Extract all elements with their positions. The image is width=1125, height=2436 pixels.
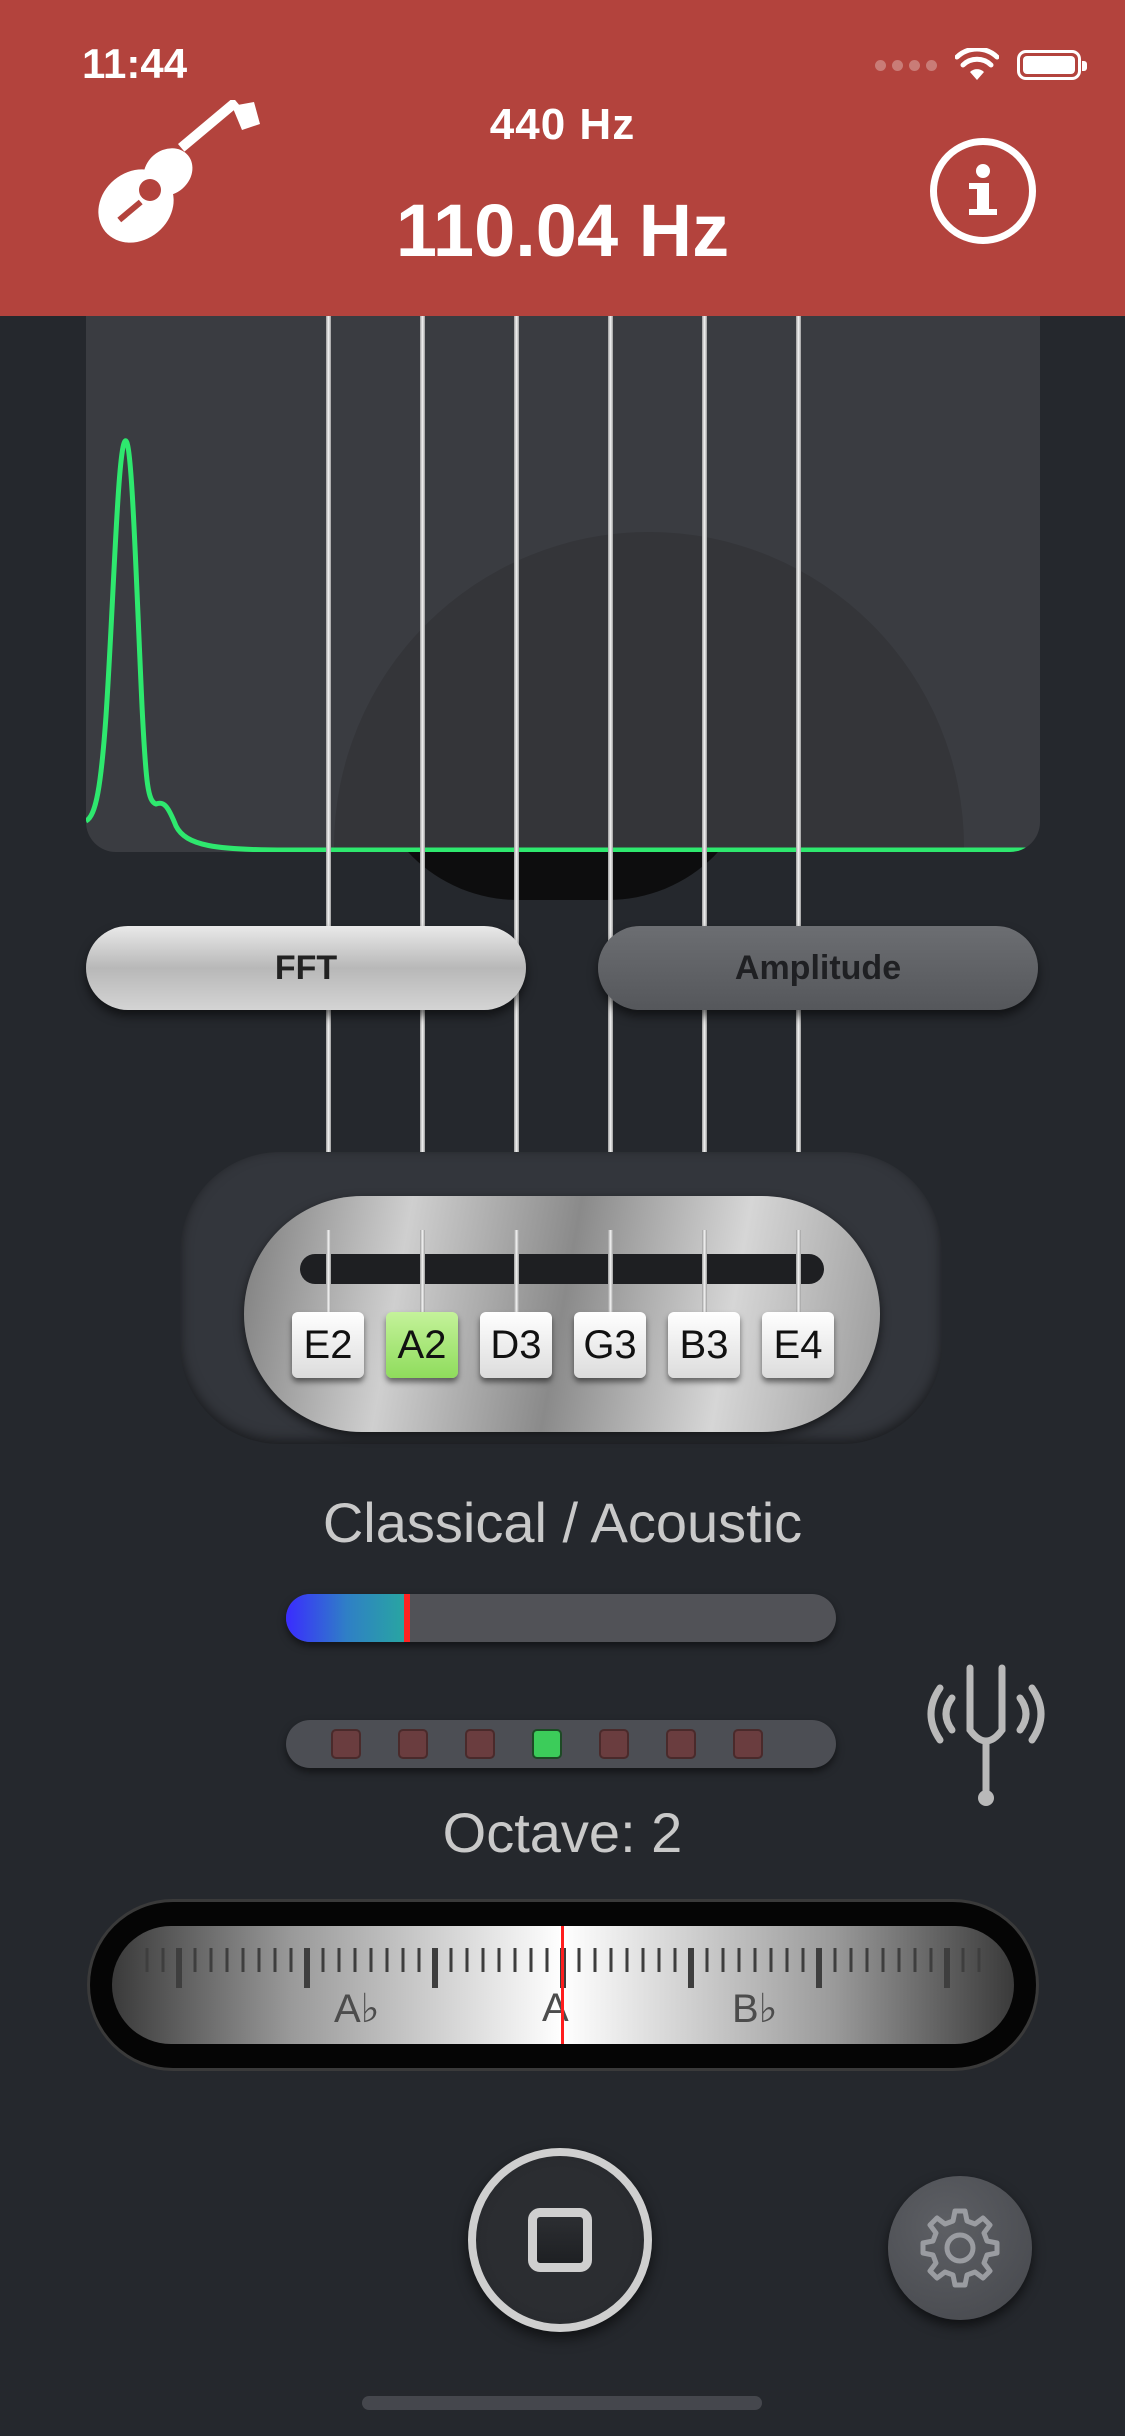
tuning-led [733,1729,763,1759]
tuning-led [599,1729,629,1759]
string-segment [420,1230,425,1320]
stop-button[interactable] [468,2148,652,2332]
status-icons [875,48,1087,82]
dial-label-a: A [542,1986,569,2030]
tuning-led [465,1729,495,1759]
info-button[interactable] [930,138,1036,244]
string-segment [608,1230,613,1320]
spectrum-panel [86,316,1040,852]
tuning-led [666,1729,696,1759]
stop-icon [528,2208,592,2272]
string-segment [514,1230,519,1320]
string-button-e4[interactable]: E4 [762,1312,834,1378]
fft-button[interactable]: FFT [86,926,526,1010]
string-button-g3[interactable]: G3 [574,1312,646,1378]
dial-needle [561,1926,564,2044]
octave-label: Octave: 2 [442,1801,683,1864]
input-level-marker [404,1594,410,1642]
string-button-a2[interactable]: A2 [386,1312,458,1378]
battery-icon [1017,50,1087,80]
string-segment [326,1230,331,1320]
tuning-indicator-leds [286,1720,836,1768]
wifi-icon [955,48,999,80]
input-level-meter [286,1594,836,1642]
tuning-led [532,1729,562,1759]
tuning-name[interactable]: Classical / Acoustic [0,1490,1125,1555]
spectrum-line [86,438,1040,852]
dial-label-a-flat: A♭ [334,1987,380,2031]
dial-label-b-flat: B♭ [732,1987,778,2031]
string-segment [702,1230,707,1320]
string-button-e2[interactable]: E2 [292,1312,364,1378]
tuning-led [398,1729,428,1759]
string-segment [796,1230,801,1320]
tuning-fork-icon[interactable] [918,1660,1054,1811]
input-level-fill [286,1594,407,1642]
tuning-led [331,1729,361,1759]
home-indicator [362,2396,762,2410]
status-time: 11:44 [82,40,188,87]
note-dial: A♭ A B♭ [112,1926,1014,2044]
spectrum-plot [86,438,1040,852]
cellular-signal-icon [875,59,937,71]
settings-button[interactable] [888,2176,1032,2320]
gear-icon [920,2208,1000,2288]
bridge-saddle [300,1254,824,1284]
string-button-d3[interactable]: D3 [480,1312,552,1378]
info-icon [969,164,997,215]
amplitude-button[interactable]: Amplitude [598,926,1038,1010]
reference-frequency: 440 Hz [489,100,636,149]
string-button-b3[interactable]: B3 [668,1312,740,1378]
